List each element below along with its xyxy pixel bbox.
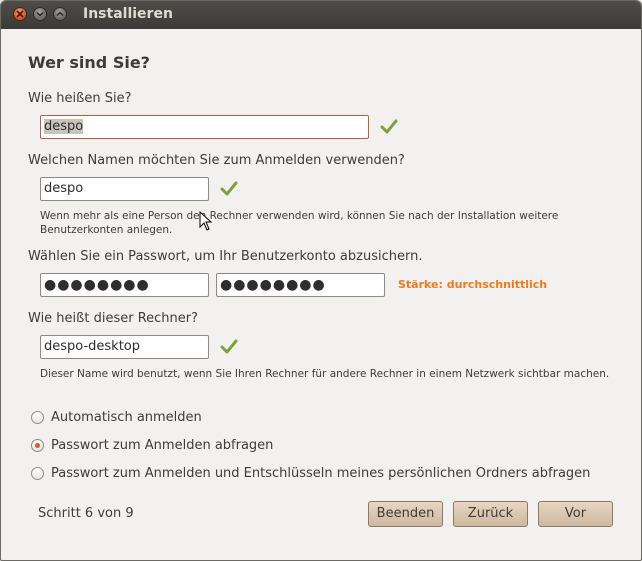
radio-auto-login[interactable]: Automatisch anmelden bbox=[31, 408, 202, 426]
name-label: Wie heißen Sie? bbox=[28, 91, 132, 106]
title-bar[interactable]: Installieren bbox=[1, 1, 641, 29]
radio-button[interactable] bbox=[31, 466, 44, 480]
step-indicator: Schritt 6 von 9 bbox=[38, 506, 134, 521]
radio-button-selected[interactable] bbox=[31, 438, 44, 452]
installer-window: Installieren Wer sind Sie? Wie heißen Si… bbox=[0, 0, 642, 561]
radio-require-password-encrypt-home[interactable]: Passwort zum Anmelden und Entschlüsseln … bbox=[31, 464, 590, 482]
page-heading: Wer sind Sie? bbox=[28, 53, 150, 72]
login-label: Welchen Namen möchten Sie zum Anmelden v… bbox=[28, 153, 405, 168]
username-input[interactable]: despo bbox=[40, 177, 209, 201]
computer-name-input[interactable]: despo-desktop bbox=[40, 335, 209, 359]
close-icon bbox=[16, 10, 24, 18]
full-name-value: despo bbox=[44, 119, 84, 134]
radio-label: Passwort zum Anmelden und Entschlüsseln … bbox=[51, 465, 591, 481]
password-strength-indicator: Stärke: durchschnittlich bbox=[398, 278, 548, 291]
password-input[interactable]: ●●●●●●●● bbox=[40, 273, 209, 297]
quit-button[interactable]: Beenden bbox=[368, 501, 443, 527]
username-valid-check-icon bbox=[220, 181, 238, 196]
computer-name-label: Wie heißt dieser Rechner? bbox=[28, 311, 199, 326]
login-note: Wenn mehr als eine Person den Rechner ve… bbox=[40, 210, 559, 236]
password-label: Wählen Sie ein Passwort, um Ihr Benutzer… bbox=[28, 249, 423, 264]
form-content: Wer sind Sie? Wie heißen Sie? despo Welc… bbox=[1, 29, 641, 560]
computer-name-valid-check-icon bbox=[220, 339, 238, 354]
radio-label: Passwort zum Anmelden abfragen bbox=[51, 437, 274, 453]
window-title: Installieren bbox=[83, 6, 173, 22]
maximize-icon bbox=[56, 11, 64, 17]
minimize-window-button[interactable] bbox=[33, 7, 47, 21]
close-window-button[interactable] bbox=[13, 7, 27, 21]
radio-label: Automatisch anmelden bbox=[51, 409, 202, 425]
full-name-input[interactable]: despo bbox=[40, 115, 369, 139]
maximize-window-button[interactable] bbox=[53, 7, 67, 21]
forward-button[interactable]: Vor bbox=[538, 501, 613, 527]
minimize-icon bbox=[36, 11, 44, 17]
name-valid-check-icon bbox=[380, 119, 398, 134]
radio-require-password[interactable]: Passwort zum Anmelden abfragen bbox=[31, 436, 273, 454]
computer-name-note: Dieser Name wird benutzt, wenn Sie Ihren… bbox=[40, 368, 610, 380]
back-button[interactable]: Zurück bbox=[453, 501, 528, 527]
password-confirm-input[interactable]: ●●●●●●●● bbox=[216, 273, 385, 297]
mouse-pointer-icon bbox=[199, 211, 213, 231]
radio-button[interactable] bbox=[31, 410, 44, 424]
